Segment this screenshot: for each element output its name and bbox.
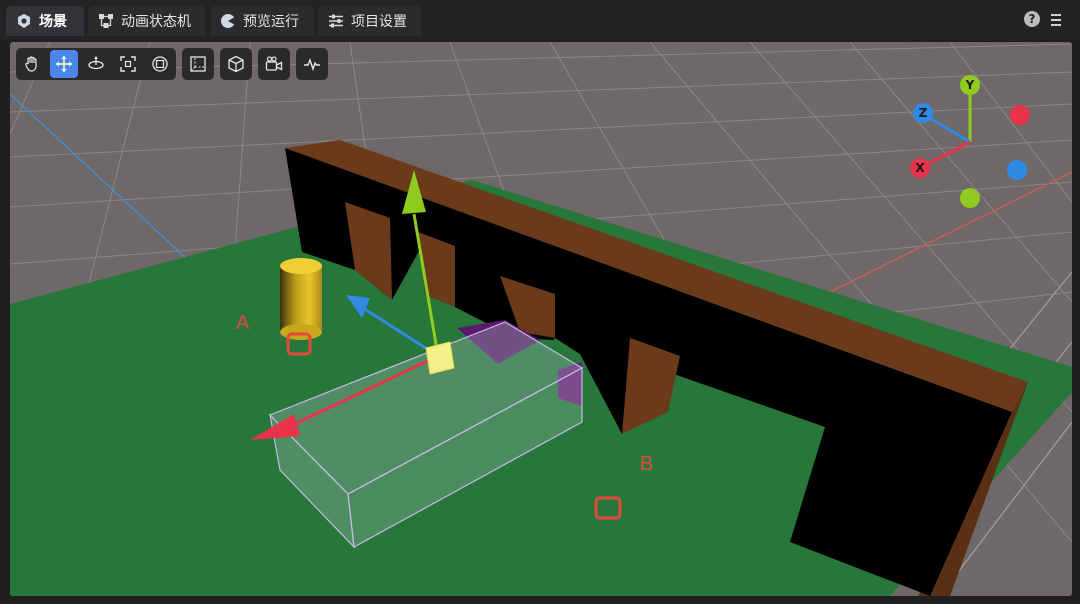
tab-scene[interactable]: 场景 xyxy=(6,6,84,36)
gizmo-y-label: Y xyxy=(965,78,975,92)
label-a: A xyxy=(236,312,250,334)
preview-run-icon xyxy=(220,13,236,29)
animation-graph-icon xyxy=(98,13,114,29)
cylinder-top xyxy=(280,258,322,274)
label-b: B xyxy=(640,453,654,475)
tab-project-settings[interactable]: 项目设置 xyxy=(318,6,422,36)
tab-label: 场景 xyxy=(39,14,67,30)
scene-canvas[interactable]: Y Z X xyxy=(10,42,1072,596)
hand-tool-icon[interactable] xyxy=(18,50,46,78)
move-tool-icon[interactable] xyxy=(50,50,78,78)
transform-tool-group xyxy=(16,48,176,80)
3d-view-icon[interactable] xyxy=(220,48,252,80)
camera-view-icon[interactable] xyxy=(258,48,290,80)
scene-viewport[interactable]: Y Z X A B xyxy=(10,42,1072,596)
ortho-view-icon[interactable] xyxy=(182,48,214,80)
tab-label: 动画状态机 xyxy=(121,14,191,30)
menu-icon[interactable] xyxy=(1049,11,1063,27)
tab-label: 项目设置 xyxy=(351,14,407,30)
tab-preview-run[interactable]: 预览运行 xyxy=(210,6,314,36)
gizmo-x-label: X xyxy=(915,161,925,175)
project-settings-icon xyxy=(328,13,344,29)
scene-toolbar xyxy=(16,48,328,80)
tab-animation-graph[interactable]: 动画状态机 xyxy=(88,6,206,36)
cylinder-body xyxy=(280,266,322,332)
tab-bar: 场景 动画状态机 预览运行 项目设置 ? xyxy=(0,0,1080,40)
stats-icon[interactable] xyxy=(296,48,328,80)
scale-tool-icon[interactable] xyxy=(114,50,142,78)
rotate-tool-icon[interactable] xyxy=(82,50,110,78)
gizmo-z-label: Z xyxy=(919,106,928,120)
gizmo-center-handle xyxy=(425,341,455,375)
help-button[interactable]: ? xyxy=(1024,11,1040,27)
editor-window: 场景 动画状态机 预览运行 项目设置 ? Y Z X A B xyxy=(0,0,1080,604)
tab-label: 预览运行 xyxy=(243,14,299,30)
scene-icon xyxy=(16,13,32,29)
rect-tool-icon[interactable] xyxy=(146,50,174,78)
